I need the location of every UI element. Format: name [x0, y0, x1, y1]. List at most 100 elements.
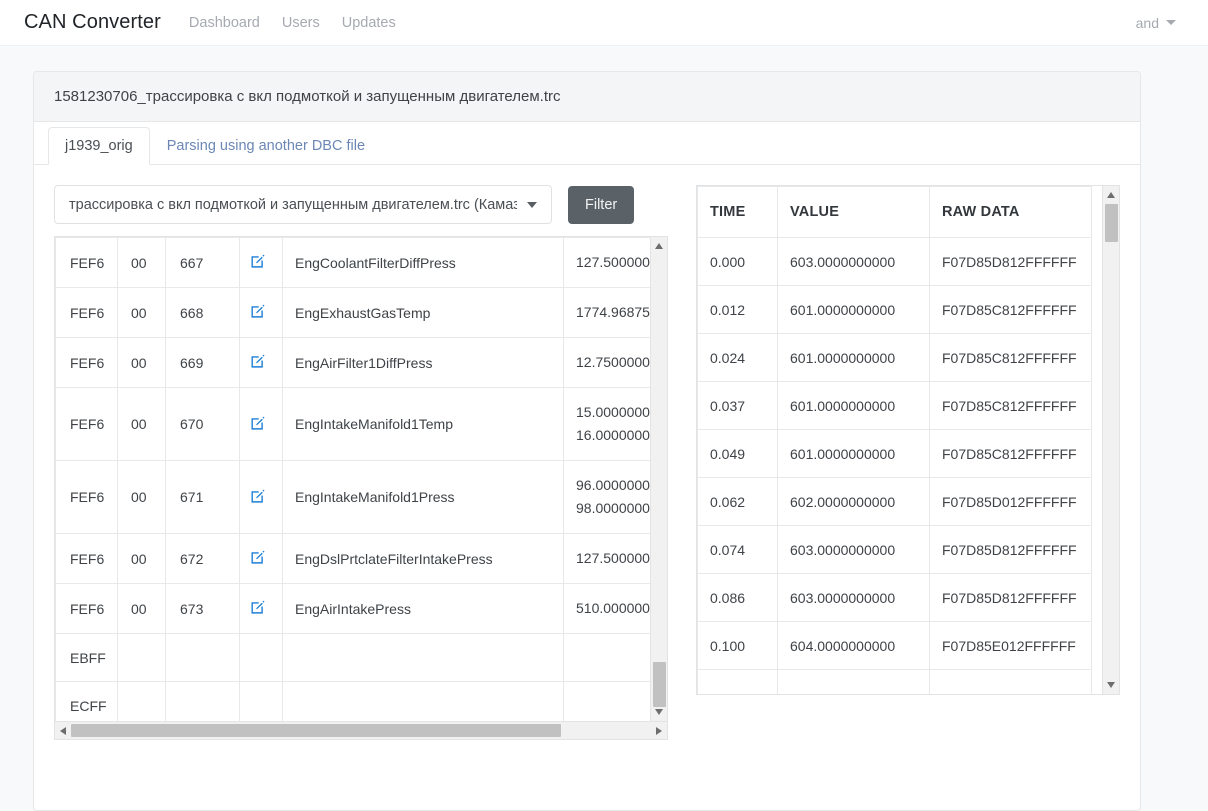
- filter-button[interactable]: Filter: [568, 186, 634, 224]
- edit-pencil-icon[interactable]: [250, 253, 266, 269]
- tab-parsing-another-dbc[interactable]: Parsing using another DBC file: [150, 127, 382, 166]
- table-row[interactable]: 0.086 603.0000000000 F07D85D812FFFFFF: [698, 574, 1092, 622]
- cell-sa: 00: [118, 238, 166, 288]
- chevron-down-icon: [527, 202, 537, 208]
- edit-pencil-icon[interactable]: [250, 549, 266, 565]
- user-menu-label: and: [1136, 15, 1159, 31]
- signals-table-scroll[interactable]: FEF6 00 667 EngCoolantFilterDiffPress 12…: [55, 237, 667, 721]
- user-menu[interactable]: and: [1136, 15, 1186, 31]
- data-table-body: 0.000 603.0000000000 F07D85D812FFFFFF 0.…: [698, 238, 1092, 695]
- card-header-title: 1581230706_трассировка с вкл подмоткой и…: [34, 72, 1140, 122]
- scroll-right-icon[interactable]: [656, 727, 662, 735]
- trace-file-select[interactable]: трассировка с вкл подмоткой и запущенным…: [54, 185, 552, 224]
- cell-spn: 670: [166, 388, 240, 461]
- table-row-partial: [698, 670, 1092, 695]
- cell-edit: [240, 238, 283, 288]
- cell-name: [283, 682, 564, 722]
- cell-pgn: FEF6: [56, 238, 118, 288]
- cell-name: EngCoolantFilterDiffPress: [283, 238, 564, 288]
- column-header-value[interactable]: VALUE: [778, 187, 930, 238]
- table-row[interactable]: 0.037 601.0000000000 F07D85C812FFFFFF: [698, 382, 1092, 430]
- cell-name: EngAirFilter1DiffPress: [283, 338, 564, 388]
- table-row[interactable]: 0.012 601.0000000000 F07D85C812FFFFFF: [698, 286, 1092, 334]
- cell-name: [283, 634, 564, 682]
- data-table-wrapper: TIME VALUE RAW DATA 0.000 603.0000000000…: [696, 185, 1120, 695]
- cell-spn: 672: [166, 534, 240, 584]
- scrollbar-thumb[interactable]: [653, 662, 666, 707]
- cell-spn: 668: [166, 288, 240, 338]
- cell-spn: 671: [166, 461, 240, 534]
- cell-value: 602.0000000000: [778, 478, 930, 526]
- table-row[interactable]: FEF6 00 673 EngAirIntakePress 510.000000…: [56, 584, 668, 634]
- table-row[interactable]: 0.000 603.0000000000 F07D85D812FFFFFF: [698, 238, 1092, 286]
- scroll-down-icon[interactable]: [1107, 682, 1115, 688]
- cell-raw-data: F07D85D812FFFFFF: [930, 238, 1092, 286]
- signals-pane: трассировка с вкл подмоткой и запущенным…: [54, 185, 668, 740]
- cell-pgn: FEF6: [56, 288, 118, 338]
- table-row[interactable]: FEF6 00 670 EngIntakeManifold1Temp: [56, 388, 668, 461]
- edit-pencil-icon[interactable]: [250, 303, 266, 319]
- table-row[interactable]: EBFF: [56, 634, 668, 682]
- table-row[interactable]: FEF6 00 667 EngCoolantFilterDiffPress 12…: [56, 238, 668, 288]
- nav-link-dashboard[interactable]: Dashboard: [189, 15, 260, 31]
- table-row[interactable]: ECFF: [56, 682, 668, 722]
- table-row[interactable]: FEF6 00 668 EngExhaustGasTemp 1774.96875…: [56, 288, 668, 338]
- scroll-left-icon[interactable]: [60, 727, 66, 735]
- data-table-scroll[interactable]: TIME VALUE RAW DATA 0.000 603.0000000000…: [697, 186, 1119, 694]
- cell-value: 601.0000000000: [778, 286, 930, 334]
- top-navbar: CAN Converter Dashboard Users Updates an…: [0, 0, 1208, 46]
- table-header-row: TIME VALUE RAW DATA: [698, 187, 1092, 238]
- cell-value: 603.0000000000: [778, 238, 930, 286]
- cell-pgn: EBFF: [56, 634, 118, 682]
- table-row[interactable]: FEF6 00 671 EngIntakeManifold1Press: [56, 461, 668, 534]
- edit-pencil-icon[interactable]: [250, 353, 266, 369]
- app-brand[interactable]: CAN Converter: [24, 11, 161, 34]
- cell-spn: [166, 682, 240, 722]
- cell-time: 0.074: [698, 526, 778, 574]
- scroll-up-icon[interactable]: [655, 243, 663, 249]
- column-header-time[interactable]: TIME: [698, 187, 778, 238]
- signals-table-horizontal-scrollbar[interactable]: [55, 721, 667, 739]
- data-table-vertical-scrollbar[interactable]: [1102, 186, 1119, 694]
- cell-spn: 673: [166, 584, 240, 634]
- data-pane: TIME VALUE RAW DATA 0.000 603.0000000000…: [696, 185, 1120, 740]
- cell-edit: [240, 534, 283, 584]
- data-table-head: TIME VALUE RAW DATA: [698, 187, 1092, 238]
- cell-raw-data: F07D85D812FFFFFF: [930, 574, 1092, 622]
- cell-value: 601.0000000000: [778, 382, 930, 430]
- cell-edit: [240, 682, 283, 722]
- scroll-down-icon[interactable]: [655, 709, 663, 715]
- column-header-raw-data[interactable]: RAW DATA: [930, 187, 1092, 238]
- cell-raw-data: F07D85C812FFFFFF: [930, 286, 1092, 334]
- cell-sa: [118, 634, 166, 682]
- cell-raw-data: F07D85D012FFFFFF: [930, 478, 1092, 526]
- scrollbar-thumb[interactable]: [1105, 204, 1118, 242]
- cell-raw-data: [930, 670, 1092, 695]
- table-row[interactable]: FEF6 00 669 EngAirFilter1DiffPress 12.75…: [56, 338, 668, 388]
- cell-raw-data: F07D85E012FFFFFF: [930, 622, 1092, 670]
- scroll-up-icon[interactable]: [1107, 192, 1115, 198]
- cell-value: 604.0000000000: [778, 622, 930, 670]
- table-row[interactable]: 0.062 602.0000000000 F07D85D012FFFFFF: [698, 478, 1092, 526]
- table-row[interactable]: 0.049 601.0000000000 F07D85C812FFFFFF: [698, 430, 1092, 478]
- cell-spn: 669: [166, 338, 240, 388]
- signals-table-vertical-scrollbar[interactable]: [650, 237, 667, 721]
- cell-value: 601.0000000000: [778, 430, 930, 478]
- tab-j1939-orig[interactable]: j1939_orig: [48, 127, 150, 166]
- nav-link-updates[interactable]: Updates: [342, 15, 396, 31]
- nav-link-users[interactable]: Users: [282, 15, 320, 31]
- edit-pencil-icon[interactable]: [250, 599, 266, 615]
- cell-edit: [240, 584, 283, 634]
- scrollbar-thumb[interactable]: [71, 724, 561, 737]
- cell-time: 0.086: [698, 574, 778, 622]
- edit-pencil-icon[interactable]: [250, 415, 266, 431]
- table-row[interactable]: 0.100 604.0000000000 F07D85E012FFFFFF: [698, 622, 1092, 670]
- edit-pencil-icon[interactable]: [250, 488, 266, 504]
- table-row[interactable]: FEF6 00 672 EngDslPrtclateFilterIntakePr…: [56, 534, 668, 584]
- cell-edit: [240, 288, 283, 338]
- cell-spn: 667: [166, 238, 240, 288]
- cell-sa: 00: [118, 461, 166, 534]
- table-row[interactable]: 0.074 603.0000000000 F07D85D812FFFFFF: [698, 526, 1092, 574]
- signals-table-body: FEF6 00 667 EngCoolantFilterDiffPress 12…: [56, 238, 668, 722]
- table-row[interactable]: 0.024 601.0000000000 F07D85C812FFFFFF: [698, 334, 1092, 382]
